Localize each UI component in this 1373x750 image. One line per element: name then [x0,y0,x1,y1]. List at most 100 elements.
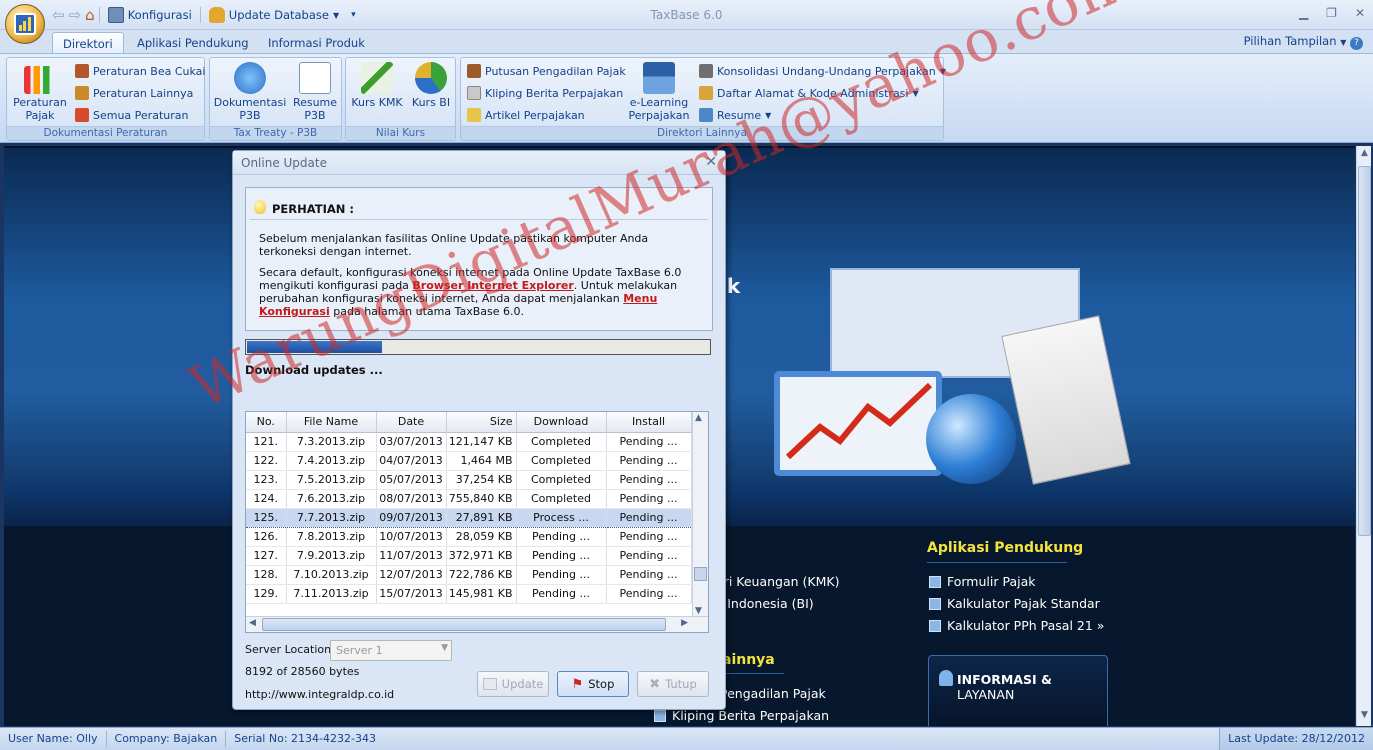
peraturan-lainnya-button[interactable]: Peraturan Lainnya [75,84,193,102]
column-header[interactable]: Download [516,412,607,433]
kliping-berita-button[interactable]: Kliping Berita Perpajakan [467,84,623,102]
divider [927,562,1067,563]
resume-p3b-label: Resume P3B [292,96,338,122]
help-icon[interactable]: ? [1350,37,1363,50]
table-cell: 7.8.2013.zip [286,527,377,547]
table-row[interactable]: 122. 7.4.2013.zip 04/07/2013 1,464 MB Comple… [246,451,692,471]
scroll-thumb[interactable] [262,618,666,631]
scroll-down-icon[interactable]: ▼ [1358,710,1371,724]
link-label: Kalkulator PPh Pasal 21 » [947,618,1105,633]
kurs-bi-link[interactable]: k Indonesia (BI) [716,596,814,611]
informasi-layanan-box[interactable]: INFORMASI & LAYANAN [928,655,1108,726]
bytes-progress: 8192 of 28560 bytes [245,665,360,678]
play-icon [929,619,941,632]
column-header[interactable]: No. [246,412,287,433]
play-icon [654,709,666,722]
tab-direktori[interactable]: Direktori [52,32,124,54]
back-arrow-icon[interactable]: ⇦ [52,6,65,24]
stop-button[interactable]: ⚑ Stop [557,671,629,697]
link-label: Kliping Berita Perpajakan [672,708,830,723]
table-row[interactable]: 124. 7.6.2013.zip 08/07/2013 755,840 KB Comp… [246,489,692,509]
scroll-up-icon[interactable]: ▲ [695,413,702,423]
putusan-pengadilan-pajak-button[interactable]: Putusan Pengadilan Pajak [467,62,626,80]
browser-ie-link[interactable]: Browser Internet Explorer [412,279,573,292]
table-row[interactable]: 127. 7.9.2013.zip 11/07/2013 372,971 KB Pend… [246,546,692,566]
update-database-label: Update Database [228,8,329,22]
update-button[interactable]: Update [477,671,549,697]
scroll-down-icon[interactable]: ▼ [695,606,702,616]
kurs-kmk-link[interactable]: eri Keuangan (KMK) [716,574,839,589]
formulir-pajak-link[interactable]: Formulir Pajak [929,574,1035,589]
table-row[interactable]: 123. 7.5.2013.zip 05/07/2013 37,254 KB Compl… [246,470,692,490]
peraturan-bea-cukai-button[interactable]: Peraturan Bea Cukai [75,62,205,80]
column-header[interactable]: Size [446,412,517,433]
kalkulator-pajak-link[interactable]: Kalkulator Pajak Standar [929,596,1100,611]
table-horizontal-scrollbar[interactable]: ◀ ▶ [246,616,708,632]
elearning-button[interactable]: e-Learning Perpajakan [627,60,691,122]
table-vertical-scrollbar[interactable]: ▲ ▼ [692,412,708,617]
resume-button[interactable]: Resume ▼ [699,106,771,124]
scroll-right-icon[interactable]: ▶ [681,618,688,628]
table-cell: Pending ... [606,584,692,604]
scroll-up-icon[interactable]: ▲ [1358,148,1371,162]
table-cell: Pending ... [606,451,692,471]
books-icon [75,108,89,122]
column-header[interactable]: Date [376,412,447,433]
table-cell: 722,786 KB [446,565,517,585]
restore-icon[interactable]: ❐ [1326,6,1337,20]
stop-label: Stop [588,677,615,691]
update-database-button[interactable]: Update Database ▼ [205,5,343,25]
semua-peraturan-button[interactable]: Semua Peraturan [75,106,188,124]
scroll-left-icon[interactable]: ◀ [249,618,256,628]
scroll-thumb[interactable] [1358,166,1371,536]
tutup-button[interactable]: ✖ Tutup [637,671,709,697]
application-menu-button[interactable] [5,4,45,44]
table-row[interactable]: 129. 7.11.2013.zip 15/07/2013 145,981 KB Pen… [246,584,692,604]
pilihan-tampilan-menu[interactable]: Pilihan Tampilan ▼ ? [1244,34,1363,50]
bar-chart-icon [24,66,56,94]
table-row[interactable]: 125. 7.7.2013.zip 09/07/2013 27,891 KB Proce… [246,507,692,528]
konfigurasi-button[interactable]: Konfigurasi [104,5,196,25]
table-row[interactable]: 128. 7.10.2013.zip 12/07/2013 722,786 KB Pen… [246,565,692,585]
direktori-lainnya-title: ainnya [722,652,775,668]
group-dokumentasi-peraturan: Peraturan Pajak Peraturan Bea Cukai Pera… [6,57,205,141]
table-cell: 28,059 KB [446,527,517,547]
chart-illustration [774,371,942,476]
close-icon[interactable]: ✕ [1355,6,1365,20]
table-row[interactable]: 126. 7.8.2013.zip 10/07/2013 28,059 KB Pendi… [246,527,692,547]
forward-arrow-icon[interactable]: ⇨ [69,6,82,24]
dialog-close-icon[interactable]: ✕ [705,154,717,170]
dokumentasi-p3b-button[interactable]: Dokumentasi P3B [213,60,287,122]
link-label: k Indonesia (BI) [716,596,814,611]
konsolidasi-uu-button[interactable]: Konsolidasi Undang-Undang Perpajakan ▼ [699,62,946,80]
daftar-alamat-button[interactable]: Daftar Alamat & Kode Administrasi ▼ [699,84,919,102]
peraturan-pajak-button[interactable]: Peraturan Pajak [9,60,71,122]
column-header[interactable]: Install [606,412,692,433]
home-icon[interactable]: ⌂ [85,6,95,24]
kliping-berita-link[interactable]: Kliping Berita Perpajakan [654,708,829,723]
minimize-icon[interactable]: ▁ [1299,6,1308,20]
server-value: Server 1 [336,644,383,657]
kurs-kmk-button[interactable]: Kurs KMK [350,60,404,109]
table-row[interactable]: 121. 7.3.2013.zip 03/07/2013 121,147 KB Comp… [246,432,692,452]
kurs-bi-button[interactable]: Kurs BI [408,60,454,109]
status-company: Company: Bajakan [107,731,227,747]
resume-p3b-button[interactable]: Resume P3B [290,60,340,122]
artikel-perpajakan-button[interactable]: Artikel Perpajakan [467,106,585,124]
informasi-layanan-title: INFORMASI & LAYANAN [957,672,1107,702]
link-label: eri Keuangan (KMK) [716,574,840,589]
artikel-perpajakan-label: Artikel Perpajakan [485,108,585,122]
column-header[interactable]: File Name [286,412,377,433]
server-location-select[interactable]: Server 1 ▼ [330,640,452,661]
customize-qat-icon[interactable]: ▾ [351,10,356,20]
notice-header: PERHATIAN : [250,196,708,220]
kalkulator-pph-link[interactable]: Kalkulator PPh Pasal 21 » [929,618,1104,633]
main-vertical-scrollbar[interactable]: ▲ ▼ [1356,146,1371,726]
chevron-down-icon: ▼ [332,10,340,20]
table-cell: 755,840 KB [446,489,517,509]
tab-aplikasi-pendukung[interactable]: Aplikasi Pendukung [127,32,259,54]
tab-informasi-produk[interactable]: Informasi Produk [258,32,375,54]
scroll-thumb[interactable] [694,567,707,581]
pengadilan-pajak-link[interactable]: Pengadilan Pajak [720,686,826,701]
address-book-icon [699,86,713,100]
